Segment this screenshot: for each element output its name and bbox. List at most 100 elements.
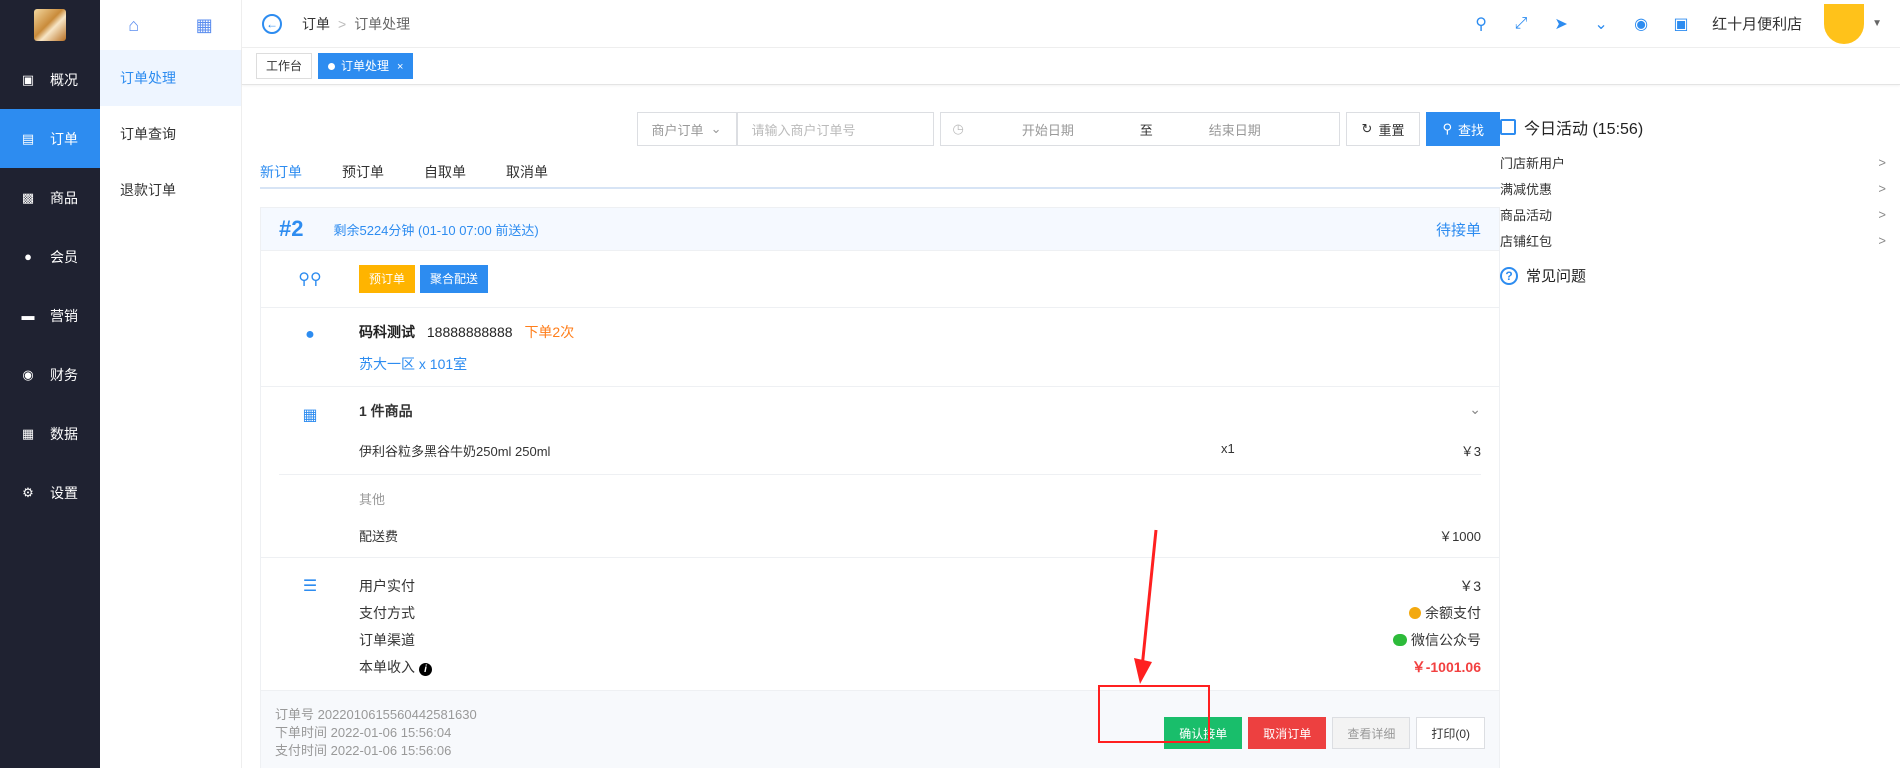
payment-row: ☰ 用户实付 ￥3 支付方式 余额支付 订单渠道 微信公众号 本单收入 i ￥-… bbox=[261, 558, 1499, 691]
nav-item-label: 营销 bbox=[50, 307, 78, 324]
activity-label: 商品活动 bbox=[1500, 207, 1553, 223]
goods-title: 1 件商品 bbox=[359, 403, 413, 419]
nav-item-label: 概况 bbox=[50, 71, 78, 88]
activity-item-new-users[interactable]: 门店新用户 > bbox=[1500, 149, 1900, 175]
main-content: 商户订单 ⌄ 请输入商户订单号 ◷ 开始日期 至 结束日期 ↻ 重置 ⚲ 查找 … bbox=[242, 85, 1500, 768]
tab-order-processing[interactable]: 订单处理 × bbox=[318, 53, 414, 79]
nav-item-settings[interactable]: ⚙ 设置 bbox=[0, 463, 100, 522]
pay-method-label: 支付方式 bbox=[359, 604, 415, 621]
pay-time: 支付时间 2022-01-06 15:56:06 bbox=[275, 743, 452, 758]
nav-item-members[interactable]: ● 会员 bbox=[0, 227, 100, 286]
view-detail-button[interactable]: 查看详细 bbox=[1332, 717, 1411, 749]
monitor-icon: ▣ bbox=[21, 71, 35, 87]
order-count: 下单2次 bbox=[524, 324, 575, 340]
caret-down-icon[interactable]: ▼ bbox=[1872, 18, 1882, 29]
nav-item-finance[interactable]: ◉ 财务 bbox=[0, 345, 100, 404]
goods-item: 伊利谷粒多黑谷牛奶250ml 250ml x1 ￥3 bbox=[279, 431, 1481, 475]
delivery-fee-row: 配送费 ￥1000 bbox=[359, 516, 1481, 557]
nav-item-goods[interactable]: ▩ 商品 bbox=[0, 168, 100, 227]
paid-label: 用户实付 bbox=[359, 577, 415, 594]
home-icon[interactable]: ⌂ bbox=[128, 15, 139, 36]
tab-pre-orders[interactable]: 预订单 bbox=[342, 155, 384, 187]
order-badges: 预订单 聚合配送 bbox=[359, 251, 1499, 307]
activity-title: 今日活动 (15:56) bbox=[1500, 115, 1900, 139]
print-button[interactable]: 打印(0) bbox=[1416, 717, 1485, 749]
tab-cancelled-orders[interactable]: 取消单 bbox=[506, 155, 548, 187]
end-date-input[interactable]: 结束日期 bbox=[1209, 120, 1327, 139]
chevron-circle-down-icon[interactable]: ⌄ bbox=[1592, 15, 1610, 33]
tab-workbench[interactable]: 工作台 bbox=[256, 53, 313, 79]
nav-item-label: 财务 bbox=[50, 366, 78, 383]
search-icon[interactable]: ⚲ bbox=[1472, 15, 1490, 33]
chevron-right-icon: > bbox=[1878, 206, 1886, 222]
close-icon[interactable]: × bbox=[397, 61, 403, 73]
top-header: ← 订单 > 订单处理 ⚲ ⤢ ➤ ⌄ ◉ ▣ 红十月便利店 ▼ bbox=[242, 0, 1900, 48]
activity-item-red-packet[interactable]: 店铺红包 > bbox=[1500, 227, 1900, 253]
reset-button[interactable]: ↻ 重置 bbox=[1345, 112, 1421, 146]
breadcrumb: 订单 > 订单处理 bbox=[302, 14, 410, 34]
clock-icon: ◷ bbox=[952, 121, 964, 136]
eye-icon[interactable]: ◉ bbox=[1632, 15, 1650, 33]
start-date-input[interactable]: 开始日期 bbox=[1022, 120, 1140, 139]
aggregate-delivery-badge: 聚合配送 bbox=[420, 265, 489, 293]
goods-title-row[interactable]: 1 件商品 ⌄ bbox=[359, 387, 1481, 431]
goods-name: 伊利谷粒多黑谷牛奶250ml 250ml bbox=[359, 444, 551, 459]
fullscreen-icon[interactable]: ⤢ bbox=[1512, 15, 1530, 33]
user-icon: ● bbox=[24, 249, 32, 264]
avatar[interactable] bbox=[1824, 3, 1865, 44]
monitor-icon[interactable]: ▣ bbox=[1672, 15, 1690, 33]
question-icon: ? bbox=[1500, 266, 1518, 285]
button-label: 查找 bbox=[1457, 122, 1484, 138]
activity-panel: 今日活动 (15:56) 门店新用户 > 满减优惠 > 商品活动 > 店铺红包 > ? … bbox=[1500, 85, 1900, 768]
breadcrumb-item[interactable]: 订单 bbox=[302, 14, 330, 34]
active-dot-icon bbox=[328, 63, 336, 70]
breadcrumb-current: 订单处理 bbox=[354, 15, 411, 32]
nav-item-orders[interactable]: ▤ 订单 bbox=[0, 109, 100, 168]
subnav-item-refunds[interactable]: 退款订单 bbox=[100, 162, 241, 218]
activity-list: 门店新用户 > 满减优惠 > 商品活动 > 店铺红包 > bbox=[1500, 149, 1900, 253]
store-logo[interactable] bbox=[0, 0, 100, 50]
tab-label: 订单处理 bbox=[341, 59, 390, 73]
sub-nav: ⌂ ▦ 订单处理 订单查询 退款订单 bbox=[100, 0, 242, 768]
refresh-icon: ↻ bbox=[1361, 121, 1373, 136]
ticket-icon: ▬ bbox=[21, 308, 35, 323]
order-number-input[interactable]: 请输入商户订单号 bbox=[736, 112, 934, 146]
app-root: ▣ 概况 ▤ 订单 ▩ 商品 ● 会员 ▬ 营销 ◉ 财务 ▦ 数据 ⚙ 设置 bbox=[0, 0, 1900, 768]
pay-method-row: 支付方式 余额支付 bbox=[359, 599, 1481, 626]
faq-link[interactable]: ? 常见问题 bbox=[1500, 265, 1900, 286]
tab-new-orders[interactable]: 新订单 bbox=[260, 155, 302, 187]
bicycle-icon: ⚲⚲ bbox=[298, 271, 322, 288]
paper-plane-icon[interactable]: ➤ bbox=[1552, 15, 1570, 33]
nav-item-marketing[interactable]: ▬ 营销 bbox=[0, 286, 100, 345]
nav-item-label: 会员 bbox=[50, 248, 78, 265]
nav-item-data[interactable]: ▦ 数据 bbox=[0, 404, 100, 463]
search-button[interactable]: ⚲ 查找 bbox=[1426, 112, 1500, 146]
back-arrow-icon[interactable]: ← bbox=[262, 13, 282, 34]
apps-icon[interactable]: ▦ bbox=[196, 15, 213, 36]
cancel-order-button[interactable]: 取消订单 bbox=[1248, 717, 1327, 749]
subnav-item-order-processing[interactable]: 订单处理 bbox=[100, 50, 241, 106]
paid-value: ￥3 bbox=[1459, 577, 1481, 594]
tab-pickup-orders[interactable]: 自取单 bbox=[424, 155, 466, 187]
subnav-item-order-query[interactable]: 订单查询 bbox=[100, 106, 241, 162]
paid-row: 用户实付 ￥3 bbox=[359, 572, 1481, 599]
button-label: 重置 bbox=[1378, 122, 1405, 138]
activity-item-goods[interactable]: 商品活动 > bbox=[1500, 201, 1900, 227]
order-card: #2 剩余5224分钟 (01-10 07:00 前送达) 待接单 ⚲⚲ 预订单… bbox=[260, 207, 1500, 768]
pre-order-badge: 预订单 bbox=[359, 265, 416, 293]
order-type-select[interactable]: 商户订单 ⌄ bbox=[636, 112, 737, 146]
info-icon[interactable]: i bbox=[419, 662, 432, 676]
chevron-down-icon[interactable]: ⌄ bbox=[1469, 401, 1481, 421]
nav-item-label: 订单 bbox=[50, 130, 78, 147]
header-tools: ⚲ ⤢ ➤ ⌄ ◉ ▣ 红十月便利店 ▼ bbox=[1472, 3, 1900, 44]
payment-info: 用户实付 ￥3 支付方式 余额支付 订单渠道 微信公众号 本单收入 i ￥-100… bbox=[359, 558, 1499, 690]
store-name[interactable]: 红十月便利店 bbox=[1712, 13, 1802, 34]
customer-row: ● 码科测试 18888888888 下单2次 苏大一区 x 101室 bbox=[261, 308, 1499, 387]
confirm-order-button[interactable]: 确认接单 bbox=[1164, 717, 1243, 749]
nav-item-overview[interactable]: ▣ 概况 bbox=[0, 50, 100, 109]
activity-item-discount[interactable]: 满减优惠 > bbox=[1500, 175, 1900, 201]
order-card-header: #2 剩余5224分钟 (01-10 07:00 前送达) 待接单 bbox=[261, 208, 1499, 251]
date-range-picker[interactable]: ◷ 开始日期 至 结束日期 bbox=[939, 112, 1340, 146]
user-icon: ● bbox=[305, 326, 315, 343]
chevron-down-icon: ⌄ bbox=[710, 121, 722, 136]
